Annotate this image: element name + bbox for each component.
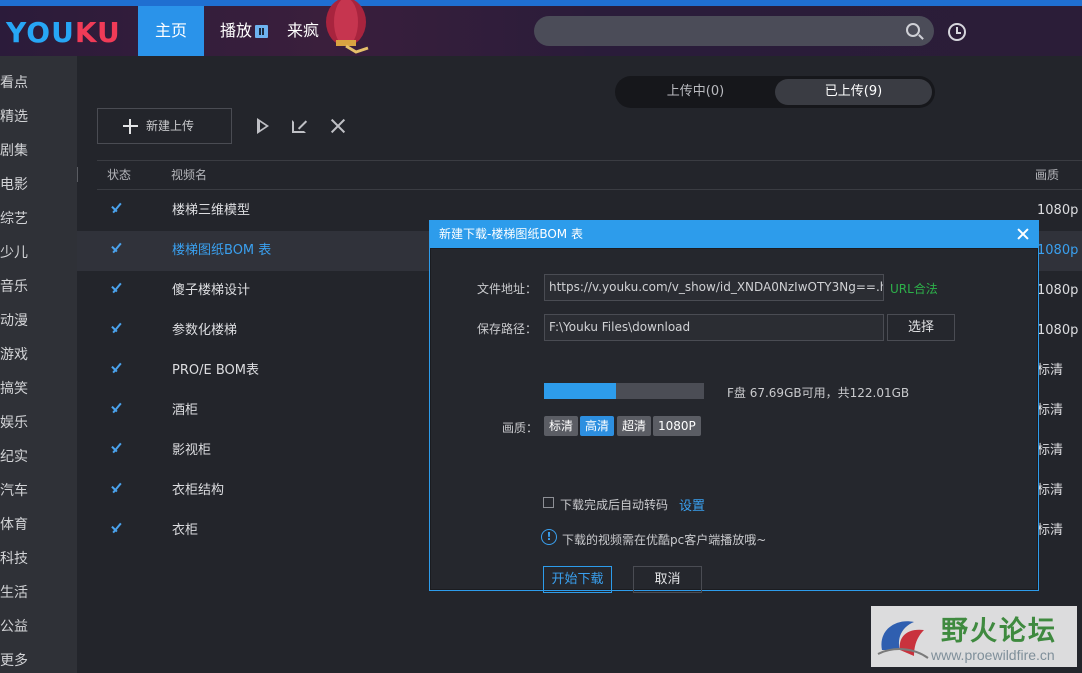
sidebar-item[interactable]: 综艺 [0, 202, 77, 236]
choose-path-button[interactable]: 选择 [887, 314, 955, 341]
playback-notice: 下载的视频需在优酷pc客户端播放哦~ [562, 533, 767, 547]
sidebar-item[interactable]: 体育 [0, 508, 77, 542]
disk-info: F盘 67.69GB可用，共122.01GB [727, 386, 910, 400]
auto-convert-checkbox[interactable] [543, 497, 554, 508]
check-icon [109, 364, 123, 374]
quality-option-sd[interactable]: 标清 [544, 416, 579, 436]
tab-uploaded[interactable]: 已上传(9) [775, 79, 932, 105]
sidebar-item[interactable]: 搞笑 [0, 372, 77, 406]
quality-option-hd[interactable]: 高清 [580, 416, 615, 436]
pause-icon [255, 25, 268, 38]
column-divider [77, 167, 78, 182]
check-icon [109, 244, 123, 254]
check-icon [109, 404, 123, 414]
table-header: 状态 视频名 画质 [97, 160, 1082, 190]
sidebar-item[interactable]: 纪实 [0, 440, 77, 474]
watermark-title: 野火论坛 [941, 616, 1057, 647]
save-path-field[interactable]: F:\Youku Files\download [544, 314, 884, 341]
dialog-body: 文件地址： https://v.youku.com/v_show/id_XNDA… [430, 248, 1038, 593]
path-label: 保存路径： [477, 322, 538, 336]
sidebar-item[interactable]: 科技 [0, 542, 77, 576]
new-upload-button[interactable]: 新建上传 [97, 108, 232, 144]
column-quality: 画质 [1035, 168, 1060, 182]
sidebar-item[interactable]: 更多 [0, 644, 77, 673]
sidebar-item[interactable]: 娱乐 [0, 406, 77, 440]
youku-logo[interactable]: YOUKU [6, 16, 121, 49]
check-icon [109, 444, 123, 454]
url-label: 文件地址： [477, 282, 538, 296]
disk-usage-bar [544, 383, 704, 399]
tab-uploading[interactable]: 上传中(0) [618, 79, 773, 105]
check-icon [109, 324, 123, 334]
plus-icon [123, 119, 138, 134]
sidebar-item[interactable]: 汽车 [0, 474, 77, 508]
column-name: 视频名 [171, 168, 208, 182]
new-download-dialog: 新建下载-楼梯图纸BOM 表 文件地址： https://v.youku.com… [429, 220, 1039, 593]
start-download-button[interactable]: 开始下载 [543, 566, 612, 593]
app-header: YOUKU 主页 播放 来疯 [0, 0, 1082, 56]
disk-usage-fill [544, 383, 616, 399]
auto-convert-label: 下载完成后自动转码 [560, 498, 669, 512]
delete-icon[interactable] [328, 116, 348, 136]
watermark-url: www.proewildfire.cn [931, 647, 1055, 663]
url-valid-text: URL合法 [890, 282, 938, 296]
play-icon[interactable] [253, 116, 273, 136]
info-icon: ! [541, 529, 557, 545]
history-clock-icon[interactable] [948, 23, 966, 41]
close-icon[interactable] [1016, 227, 1030, 241]
sidebar-item[interactable]: 看点 [0, 66, 77, 100]
sidebar-item[interactable]: 少儿 [0, 236, 77, 270]
sidebar-item[interactable]: 剧集 [0, 134, 77, 168]
nav-tab-home[interactable]: 主页 [138, 6, 204, 56]
check-icon [109, 284, 123, 294]
sidebar-item[interactable]: 电影 [0, 168, 77, 202]
quality-option-shd[interactable]: 超清 [617, 416, 652, 436]
sidebar-item[interactable]: 动漫 [0, 304, 77, 338]
quality-option-1080p[interactable]: 1080P [653, 416, 701, 436]
nav-tab-laifeng[interactable]: 来疯 [280, 6, 326, 56]
sidebar-item[interactable]: 游戏 [0, 338, 77, 372]
quality-label: 画质： [502, 421, 539, 435]
forum-watermark: 野火论坛 www.proewildfire.cn [871, 606, 1077, 667]
upload-status-toggle: 上传中(0) 已上传(9) [615, 76, 935, 108]
sidebar-item[interactable]: 公益 [0, 610, 77, 644]
nav-tab-play[interactable]: 播放 [214, 6, 274, 56]
wildfire-logo [877, 621, 929, 659]
sidebar: 看点 精选 剧集 电影 综艺 少儿 音乐 动漫 游戏 搞笑 娱乐 纪实 汽车 体… [0, 56, 77, 673]
column-status: 状态 [107, 168, 132, 182]
check-icon [109, 524, 123, 534]
cancel-button[interactable]: 取消 [633, 566, 702, 593]
search-icon[interactable] [906, 23, 920, 37]
dialog-title: 新建下载-楼梯图纸BOM 表 [430, 221, 1038, 248]
edit-icon[interactable] [290, 116, 310, 136]
search-input[interactable] [534, 16, 934, 46]
check-icon [109, 204, 123, 214]
sidebar-item[interactable]: 生活 [0, 576, 77, 610]
sidebar-item[interactable]: 精选 [0, 100, 77, 134]
check-icon [109, 484, 123, 494]
settings-link[interactable]: 设置 [679, 495, 705, 514]
url-field[interactable]: https://v.youku.com/v_show/id_XNDA0NzIwO… [544, 274, 884, 301]
sidebar-item[interactable]: 音乐 [0, 270, 77, 304]
